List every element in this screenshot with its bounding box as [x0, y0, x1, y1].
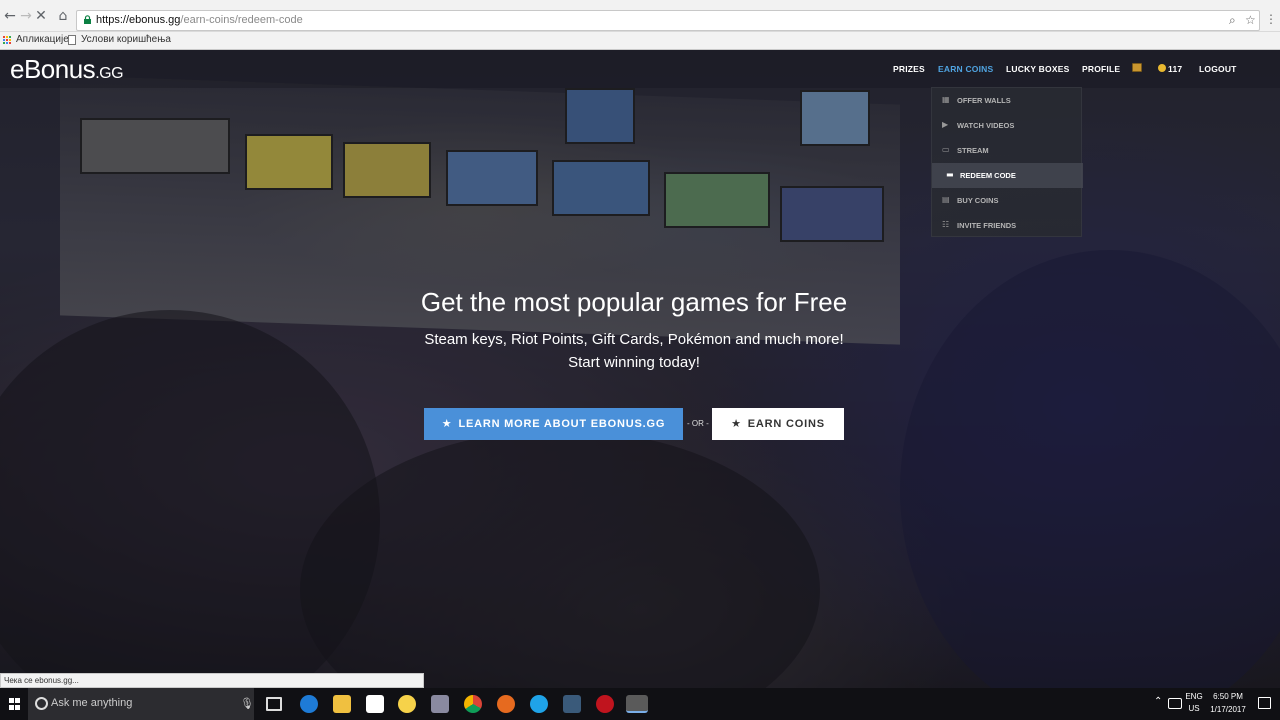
back-icon[interactable]: ← [2, 8, 18, 24]
stream-icon: ▭ [942, 145, 950, 154]
language-indicator[interactable]: ENG US [1184, 691, 1204, 715]
start-button[interactable] [0, 688, 28, 720]
dropdown-label: BUY COINS [957, 196, 999, 205]
clock-date: 1/17/2017 [1210, 705, 1246, 714]
dropdown-item-watch-videos[interactable]: ▶ WATCH VIDEOS [932, 113, 1083, 138]
star-icon: ★ [441, 417, 453, 430]
dropdown-label: WATCH VIDEOS [957, 121, 1015, 130]
dropdown-item-stream[interactable]: ▭ STREAM [932, 138, 1083, 163]
play-icon: ▶ [942, 120, 949, 129]
treasure-chest-icon[interactable] [1132, 63, 1142, 72]
page-icon [68, 35, 76, 45]
grid-icon: ▦ [942, 95, 950, 104]
edge-icon[interactable] [300, 695, 318, 713]
weather-icon[interactable] [398, 695, 416, 713]
cortana-search-box[interactable]: Ask me anything 🎙 [28, 688, 254, 720]
star-icon: ★ [731, 417, 742, 430]
learn-more-button[interactable]: ★ LEARN MORE ABOUT EBONUS.GG [424, 408, 683, 440]
bookmark-terms[interactable]: Услови коришћења [81, 34, 171, 45]
search-icon[interactable]: ⌕ [1229, 13, 1236, 28]
app-icon[interactable] [431, 695, 449, 713]
windows-icon [9, 698, 21, 710]
chrome-icon[interactable] [464, 695, 482, 713]
store-icon[interactable] [366, 695, 384, 713]
site-header: eBonus.GG PRIZES EARN COINS LUCKY BOXES … [0, 50, 1280, 88]
hero-subtitle-cta: Start winning today! [568, 354, 700, 371]
language-code: ENG [1185, 692, 1203, 701]
windows-taskbar: Ask me anything 🎙 ⌃ ENG US 6:50 PM 1/17/… [0, 688, 1280, 720]
dropdown-item-redeem-code[interactable]: ▬ REDEEM CODE [932, 163, 1083, 188]
coin-icon [1158, 64, 1166, 72]
recorder-icon[interactable] [596, 695, 614, 713]
file-explorer-icon[interactable] [333, 695, 351, 713]
skype-icon[interactable] [530, 695, 548, 713]
address-bar[interactable]: https://ebonus.gg/earn-coins/redeem-code… [76, 10, 1260, 31]
earn-coins-button[interactable]: ★ EARN COINS [712, 408, 844, 440]
dropdown-label: OFFER WALLS [957, 96, 1011, 105]
coin-balance: 117 [1168, 64, 1183, 74]
friends-icon: ☷ [942, 220, 950, 229]
browser-toolbar: ← → ✕ ⌂ https://ebonus.gg/earn-coins/red… [0, 0, 1280, 32]
nav-logout[interactable]: LOGOUT [1199, 64, 1237, 74]
active-chrome-window-icon[interactable] [626, 695, 648, 713]
url-text: https://ebonus.gg/earn-coins/redeem-code [96, 14, 303, 26]
microphone-icon[interactable]: 🎙 [240, 697, 254, 710]
apps-icon[interactable] [3, 36, 12, 45]
dropdown-label: REDEEM CODE [960, 171, 1016, 180]
steam-icon[interactable] [563, 695, 581, 713]
clock-time: 6:50 PM [1213, 692, 1243, 701]
bookmark-star-icon[interactable]: ☆ [1245, 13, 1256, 27]
tray-expand-icon[interactable]: ⌃ [1154, 696, 1162, 707]
nav-earn-coins[interactable]: EARN COINS [938, 64, 993, 74]
site-logo[interactable]: eBonus.GG [10, 54, 124, 85]
menu-icon[interactable]: ⋮ [1265, 12, 1277, 26]
notifications-icon[interactable] [1258, 697, 1271, 709]
dropdown-label: STREAM [957, 146, 989, 155]
cortana-icon [35, 697, 48, 710]
earn-coins-dropdown: ▦ OFFER WALLS ▶ WATCH VIDEOS ▭ STREAM ▬ … [931, 87, 1083, 238]
dropdown-item-invite-friends[interactable]: ☷ INVITE FRIENDS [932, 213, 1083, 238]
or-separator: - OR - [687, 419, 709, 428]
lock-icon [84, 15, 91, 24]
browser-status-bar: Чека се ebonus.gg... [0, 673, 424, 688]
dropdown-label: INVITE FRIENDS [957, 221, 1017, 230]
search-placeholder: Ask me anything [51, 697, 133, 709]
home-icon[interactable]: ⌂ [55, 8, 71, 24]
nav-prizes[interactable]: PRIZES [893, 64, 925, 74]
stop-loading-icon[interactable]: ✕ [33, 8, 49, 24]
hero-subtitle: Steam keys, Riot Points, Gift Cards, Pok… [424, 331, 844, 348]
bookmark-apps[interactable]: Апликације [16, 34, 69, 45]
page-content: eBonus.GG PRIZES EARN COINS LUCKY BOXES … [0, 50, 1280, 688]
nav-lucky-boxes[interactable]: LUCKY BOXES [1006, 64, 1069, 74]
dropdown-item-buy-coins[interactable]: ▤ BUY COINS [932, 188, 1083, 213]
keyboard-layout: US [1188, 704, 1200, 713]
bookmarks-bar: Апликације Услови коришћења [0, 32, 1280, 50]
coins-icon: ▤ [942, 195, 950, 204]
task-view-icon[interactable] [266, 697, 282, 711]
forward-icon[interactable]: → [18, 8, 34, 24]
taskbar-clock[interactable]: 6:50 PM 1/17/2017 [1206, 690, 1250, 716]
hero-title: Get the most popular games for Free [420, 287, 848, 317]
network-icon[interactable] [1168, 698, 1182, 709]
nav-profile[interactable]: PROFILE [1082, 64, 1120, 74]
firefox-icon[interactable] [497, 695, 515, 713]
ticket-icon: ▬ [946, 170, 954, 179]
dropdown-item-offer-walls[interactable]: ▦ OFFER WALLS [932, 88, 1083, 113]
